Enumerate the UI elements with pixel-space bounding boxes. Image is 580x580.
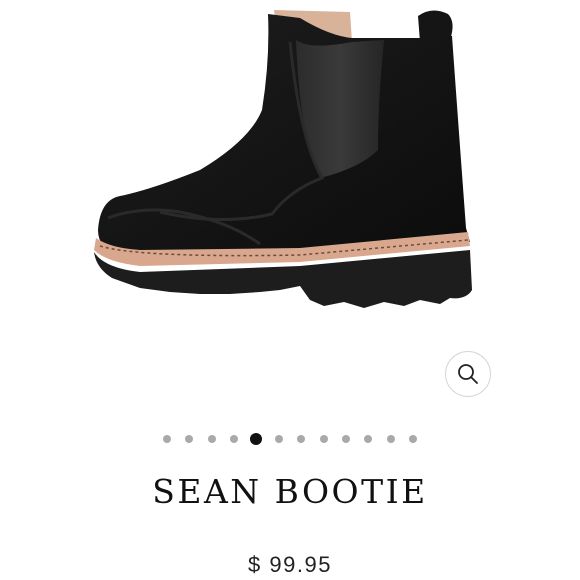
pagination-dot[interactable] (364, 435, 373, 443)
pagination-dot[interactable] (230, 435, 239, 443)
pagination-dot[interactable] (274, 435, 283, 443)
pagination-dot[interactable] (386, 435, 395, 443)
pagination-dot[interactable] (162, 435, 171, 443)
product-price: $ 99.95 (248, 552, 332, 577)
pagination-dot[interactable] (297, 435, 306, 443)
pagination-dot[interactable] (341, 435, 350, 443)
product-title: SEAN BOOTIE (152, 472, 428, 511)
pagination-dot[interactable] (319, 435, 328, 443)
pagination-dot[interactable] (207, 435, 216, 443)
product-image[interactable] (0, 0, 580, 340)
boot-upper (98, 14, 470, 252)
magnifier-icon (458, 364, 478, 384)
pagination-dot[interactable] (409, 435, 418, 443)
zoom-button[interactable] (445, 351, 491, 397)
pagination-dot[interactable] (250, 433, 263, 445)
product-page: SEAN BOOTIE $ 99.95 (0, 0, 580, 580)
pagination-dot[interactable] (185, 435, 194, 443)
gallery-pagination (0, 430, 580, 448)
